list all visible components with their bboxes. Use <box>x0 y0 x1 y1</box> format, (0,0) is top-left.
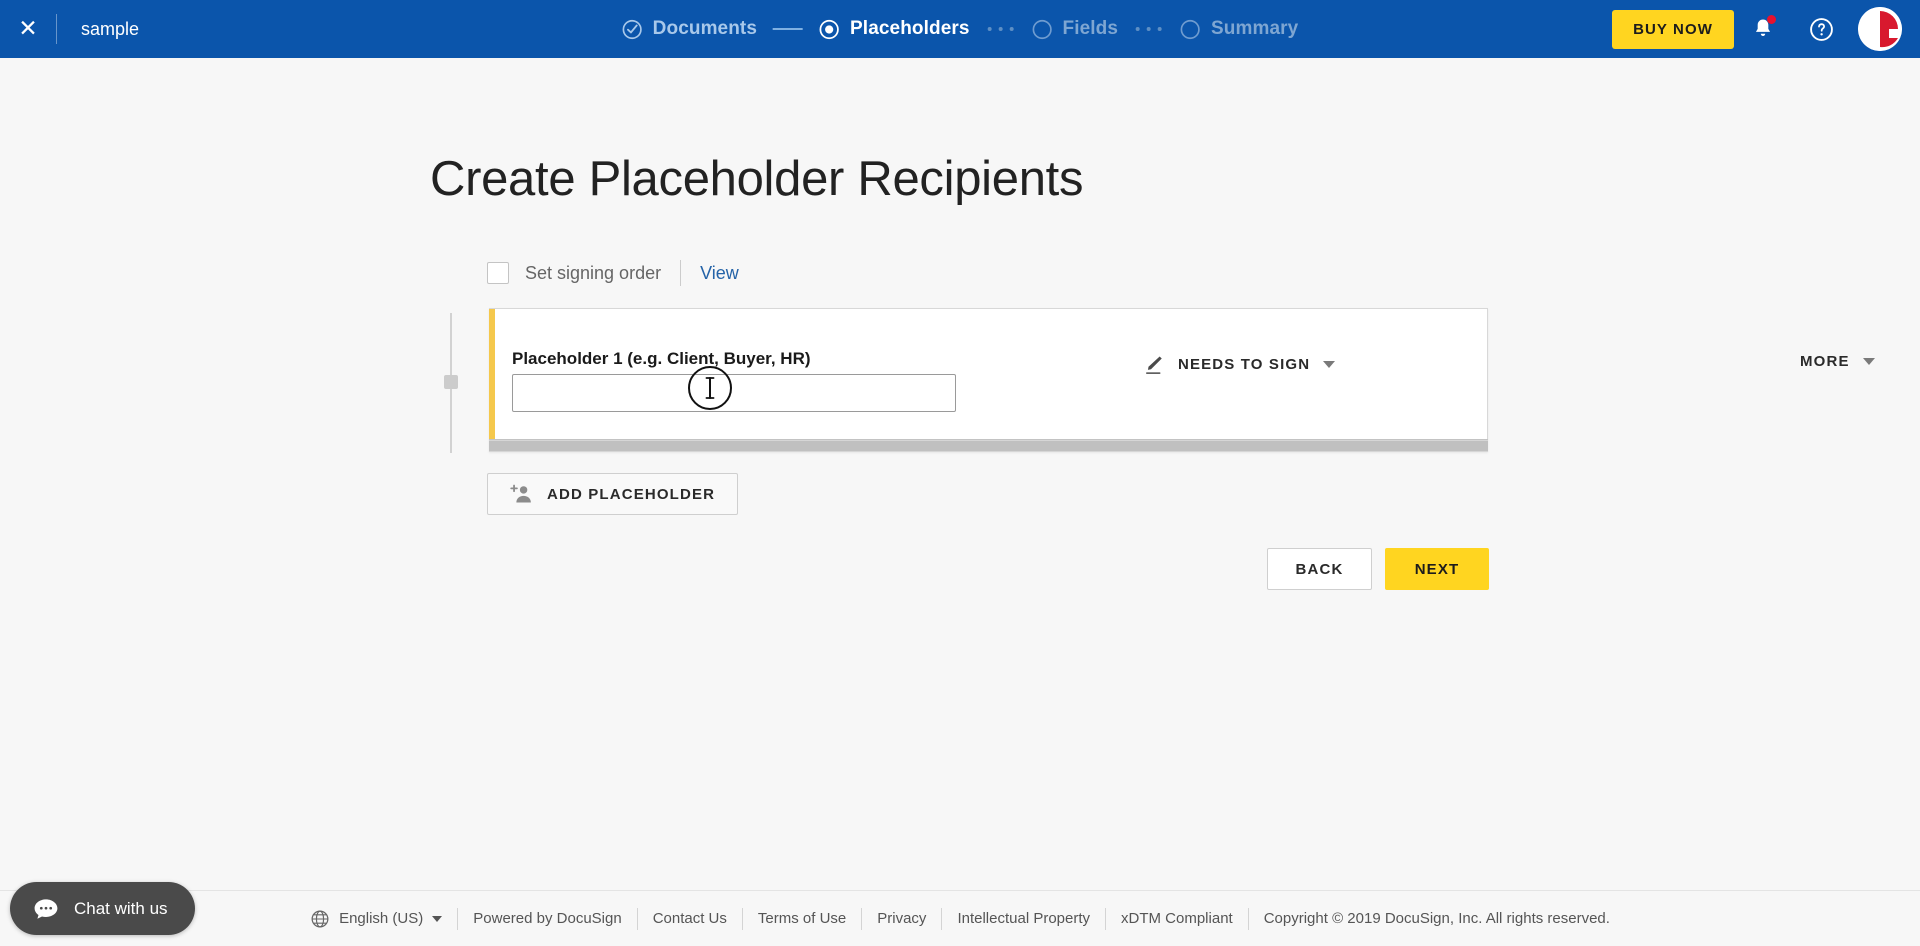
placeholder-card-scrollbar[interactable] <box>489 439 1488 452</box>
language-label: English (US) <box>339 910 424 927</box>
header-actions: BUY NOW <box>1612 0 1920 58</box>
step-progress-nav: Documents Placeholders Fields Summary <box>622 0 1299 58</box>
view-link[interactable]: View <box>700 263 739 284</box>
signing-order-separator <box>680 260 682 286</box>
step-summary-label: Summary <box>1211 18 1299 39</box>
placeholder-label: Placeholder 1 (e.g. Client, Buyer, HR) <box>512 349 811 368</box>
footer-separator-5 <box>941 907 943 930</box>
set-signing-order-label: Set signing order <box>525 262 662 283</box>
chevron-down-icon-2 <box>1862 358 1875 365</box>
step-documents[interactable]: Documents <box>622 18 757 40</box>
user-avatar-logo <box>1858 7 1902 51</box>
footer-separator-7 <box>1247 907 1249 930</box>
header-divider <box>56 14 57 44</box>
main-content: Create Placeholder Recipients Set signin… <box>0 58 1920 946</box>
scrollbar-thumb[interactable] <box>489 441 1488 451</box>
footer-link-terms-of-use[interactable]: Terms of Use <box>758 910 846 927</box>
step-placeholders[interactable]: Placeholders <box>819 18 969 40</box>
step-connector-dots-2 <box>1136 27 1163 31</box>
step-connector-line <box>773 28 804 30</box>
add-placeholder-button[interactable]: ADD PLACEHOLDER <box>487 473 739 515</box>
step-placeholders-label: Placeholders <box>850 18 970 39</box>
close-icon[interactable]: ✕ <box>0 16 56 42</box>
footer-link-xdtm-compliant[interactable]: xDTM Compliant <box>1121 910 1233 927</box>
footer-copyright: Copyright © 2019 DocuSign, Inc. All righ… <box>1263 910 1610 927</box>
circle-outline-icon-2 <box>1180 19 1201 40</box>
step-fields-label: Fields <box>1062 18 1119 39</box>
notifications-button[interactable] <box>1734 0 1792 58</box>
check-circle-icon <box>622 19 643 40</box>
placeholder-card: Placeholder 1 (e.g. Client, Buyer, HR) N… <box>489 308 1875 452</box>
back-button[interactable]: BACK <box>1267 548 1372 590</box>
language-selector[interactable]: English (US) <box>310 909 443 929</box>
signing-order-row: Set signing order View <box>487 260 739 286</box>
more-label: MORE <box>1800 353 1850 370</box>
avatar[interactable] <box>1858 7 1902 51</box>
footer-link-intellectual-property[interactable]: Intellectual Property <box>957 910 1090 927</box>
set-signing-order-checkbox[interactable] <box>487 262 509 284</box>
placeholder-name-input[interactable] <box>512 374 956 412</box>
chat-widget-button[interactable]: Chat with us <box>10 882 195 935</box>
footer-link-privacy[interactable]: Privacy <box>877 910 926 927</box>
add-placeholder-label: ADD PLACEHOLDER <box>547 485 716 503</box>
more-options-dropdown[interactable]: MORE <box>1800 353 1875 370</box>
footer-separator <box>457 907 459 930</box>
recipient-role-label: NEEDS TO SIGN <box>1178 356 1311 373</box>
question-circle-icon <box>1809 17 1833 41</box>
step-fields[interactable]: Fields <box>1032 18 1119 40</box>
help-button[interactable] <box>1792 0 1850 58</box>
buy-now-button[interactable]: BUY NOW <box>1612 9 1734 49</box>
chevron-down-icon-lang <box>432 915 443 922</box>
footer-separator-2 <box>636 907 638 930</box>
footer-separator-6 <box>1105 907 1107 930</box>
page-title: Create Placeholder Recipients <box>430 152 1084 206</box>
chevron-down-icon <box>1323 361 1336 368</box>
next-button[interactable]: NEXT <box>1385 548 1489 590</box>
footer-separator-4 <box>861 907 863 930</box>
chat-widget-label: Chat with us <box>74 898 168 918</box>
radio-filled-icon <box>819 19 840 40</box>
footer-link-contact-us[interactable]: Contact Us <box>653 910 727 927</box>
drag-handle-icon[interactable] <box>444 375 458 389</box>
signing-order-rail <box>444 313 458 453</box>
step-documents-label: Documents <box>652 18 758 39</box>
chat-bubble-icon <box>34 898 58 919</box>
navigation-buttons: BACK NEXT <box>1267 548 1489 590</box>
circle-outline-icon <box>1032 19 1053 40</box>
page-footer: English (US) Powered by DocuSign Contact… <box>0 890 1920 946</box>
pen-signature-icon <box>1146 356 1162 374</box>
add-person-icon <box>510 484 531 503</box>
step-connector-dots <box>987 27 1014 31</box>
app-header: ✕ sample Documents Placeholders Fields S… <box>0 0 1920 58</box>
globe-icon <box>311 910 329 927</box>
footer-separator-3 <box>741 907 743 930</box>
document-name: sample <box>81 18 140 39</box>
notification-badge <box>1767 15 1776 24</box>
recipient-role-dropdown[interactable]: NEEDS TO SIGN <box>1142 353 1336 376</box>
step-summary[interactable]: Summary <box>1180 18 1298 40</box>
footer-link-powered-by[interactable]: Powered by DocuSign <box>473 910 621 927</box>
